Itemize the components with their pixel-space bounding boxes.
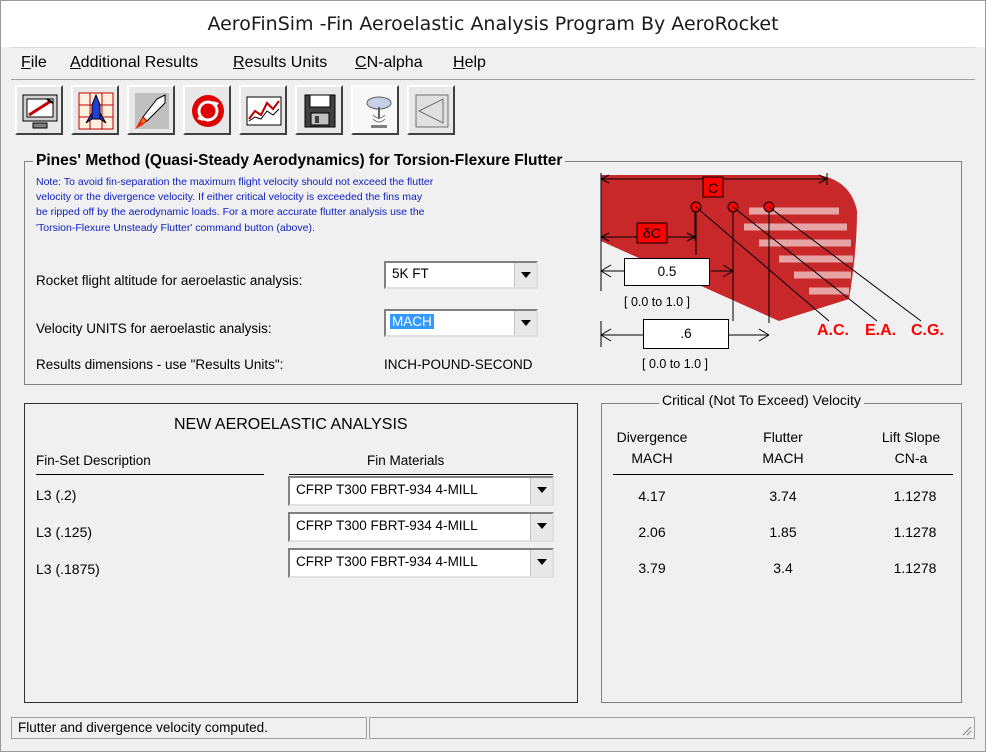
toolbar-save-button[interactable]: [295, 85, 343, 135]
fin-material-select[interactable]: CFRP T300 FBRT-934 4-MILL: [288, 548, 554, 578]
fin-material-value: CFRP T300 FBRT-934 4-MILL: [296, 554, 478, 569]
note-line: Note: To avoid fin-separation the maximu…: [36, 176, 434, 188]
center-of-gravity-input[interactable]: .6: [643, 319, 729, 349]
header-underline: [289, 474, 553, 475]
header-unit: CN-a: [894, 450, 928, 466]
header-line: Divergence: [616, 429, 688, 445]
menu-separator: [11, 79, 975, 80]
altitude-label: Rocket flight altitude for aeroelastic a…: [36, 273, 303, 288]
note-line: velocity or the divergence velocity. If …: [36, 191, 423, 204]
divergence-value: 4.17: [638, 488, 666, 504]
delta-chord-label: δC: [643, 225, 661, 241]
flutter-header: Flutter MACH: [735, 429, 831, 466]
header-underline: [613, 474, 953, 475]
results-dimensions-label: Results dimensions - use "Results Units"…: [36, 357, 284, 372]
fin-materials-header: Fin Materials: [367, 453, 445, 468]
fin-material-select[interactable]: CFRP T300 FBRT-934 4-MILL: [288, 512, 554, 542]
chevron-down-icon[interactable]: [530, 514, 552, 540]
chart-icon: [246, 96, 282, 126]
header-underline: [36, 474, 264, 475]
altitude-select[interactable]: 5K FT: [384, 261, 538, 289]
menu-results-units[interactable]: Results Units: [233, 48, 327, 78]
menu-bar: File Additional Results Results Units CN…: [11, 47, 975, 80]
lift-slope-header: Lift Slope CN-a: [863, 429, 959, 466]
chevron-down-icon[interactable]: [514, 311, 536, 335]
status-bar-message: Flutter and divergence velocity computed…: [11, 717, 367, 739]
flutter-value: 3.4: [773, 560, 793, 576]
header-unit: MACH: [631, 450, 673, 466]
resize-grip-icon[interactable]: [960, 724, 972, 736]
fin-icon: [415, 94, 449, 128]
toolbar-fin-button[interactable]: [407, 85, 455, 135]
center-of-gravity-range: [ 0.0 to 1.0 ]: [642, 357, 709, 371]
menu-help[interactable]: Help: [453, 48, 486, 78]
monitor-icon: [22, 94, 58, 129]
velocity-units-value: MACH: [390, 314, 434, 329]
divergence-value: 3.79: [638, 560, 666, 576]
critical-velocity-title: Critical (Not To Exceed) Velocity: [659, 392, 864, 408]
lift-slope-value: 1.1278: [893, 488, 937, 504]
elastic-axis-input[interactable]: 0.5: [624, 258, 710, 286]
note-line: be ripped off by the aerodynamic loads. …: [36, 206, 425, 219]
fin-set-description: L3 (.1875): [36, 561, 100, 577]
results-dimensions-value: INCH-POUND-SECOND: [384, 357, 533, 372]
new-analysis-title: NEW AEROELASTIC ANALYSIS: [174, 416, 408, 433]
elastic-axis-range: [ 0.0 to 1.0 ]: [624, 295, 691, 309]
flutter-value: 3.74: [769, 488, 797, 504]
note-line: 'Torsion-Flexure Unsteady Flutter' comma…: [36, 221, 315, 234]
chevron-down-icon[interactable]: [514, 263, 536, 287]
refresh-icon: [192, 95, 224, 127]
chord-label: C: [708, 180, 718, 196]
chevron-down-icon[interactable]: [530, 478, 552, 504]
app-window: AeroFinSim -Fin Aeroelastic Analysis Pro…: [0, 0, 986, 752]
header-line: Lift Slope: [881, 429, 941, 445]
divergence-header: Divergence MACH: [604, 429, 700, 466]
velocity-units-label: Velocity UNITS for aeroelastic analysis:: [36, 321, 272, 336]
velocity-units-select[interactable]: MACH: [384, 309, 538, 337]
toolbar-chart-button[interactable]: [239, 85, 287, 135]
toolbar-flutter-button[interactable]: [351, 85, 399, 135]
fin-material-value: CFRP T300 FBRT-934 4-MILL: [296, 482, 478, 497]
menu-cn-alpha[interactable]: CN-alpha: [355, 48, 423, 78]
status-bar-panel: [369, 717, 975, 739]
rocket-flame-icon: [135, 93, 169, 129]
header-unit: MACH: [762, 450, 804, 466]
ea-label: E.A.: [865, 322, 896, 339]
toolbar-refresh-button[interactable]: [183, 85, 231, 135]
lift-slope-value: 1.1278: [893, 560, 937, 576]
fin-set-description: L3 (.2): [36, 487, 77, 503]
toolbar-monitor-button[interactable]: [15, 85, 63, 135]
menu-file[interactable]: File: [21, 48, 47, 78]
pines-method-title: Pines' Method (Quasi-Steady Aerodynamics…: [33, 152, 566, 170]
fin-material-value: CFRP T300 FBRT-934 4-MILL: [296, 518, 478, 533]
toolbar-flight-button[interactable]: [127, 85, 175, 135]
altitude-value: 5K FT: [392, 266, 429, 281]
flutter-value: 1.85: [769, 524, 797, 540]
flutter-note: Note: To avoid fin-separation the maximu…: [36, 175, 596, 236]
toolbar-rocket-button[interactable]: [71, 85, 119, 135]
divergence-value: 2.06: [638, 524, 666, 540]
save-icon: [304, 94, 336, 128]
chevron-down-icon[interactable]: [530, 550, 552, 576]
fin-set-description: L3 (.125): [36, 524, 93, 540]
window-title: AeroFinSim -Fin Aeroelastic Analysis Pro…: [1, 1, 985, 47]
header-line: Flutter: [763, 429, 803, 445]
cg-label: C.G.: [911, 322, 944, 339]
ac-label: A.C.: [817, 322, 849, 339]
flutter-icon: [366, 96, 392, 128]
fin-set-description-header: Fin-Set Description: [36, 453, 151, 468]
rocket-icon: [78, 92, 114, 130]
fin-material-select[interactable]: CFRP T300 FBRT-934 4-MILL: [288, 476, 554, 506]
menu-additional-results[interactable]: Additional Results: [70, 48, 198, 78]
lift-slope-value: 1.1278: [893, 524, 937, 540]
